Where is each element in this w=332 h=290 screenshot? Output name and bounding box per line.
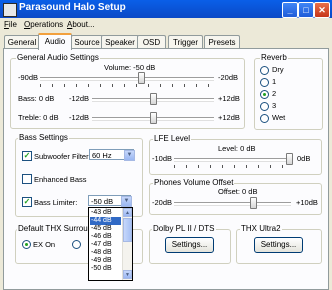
treble-max-label: +12dB (218, 113, 240, 122)
bass-limiter-dropdown-list[interactable]: -43 dB -44 dB -45 dB -46 dB -47 dB -48 d… (88, 207, 133, 281)
bass-slider-thumb[interactable] (150, 93, 157, 105)
lfe-slider-thumb[interactable] (286, 153, 293, 165)
lfe-level-label: Level: 0 dB (218, 144, 256, 153)
thx-ex-on-label: EX On (33, 240, 56, 249)
treble-label: Treble: 0 dB (18, 113, 59, 122)
maximize-button[interactable]: □ (298, 2, 314, 18)
dolby-settings-button[interactable]: Settings... (165, 237, 214, 253)
thx-ultra-settings-button[interactable]: Settings... (254, 237, 303, 253)
tab-speaker[interactable]: Speaker (101, 35, 139, 49)
limiter-option[interactable]: -48 dB (90, 249, 121, 257)
general-audio-title: General Audio Settings (16, 53, 100, 62)
phones-offset-max-label: +10dB (296, 198, 318, 207)
bass-limiter-label: Bass Limiter: (34, 198, 78, 207)
app-icon[interactable] (3, 3, 17, 17)
scroll-down-icon[interactable]: ▼ (123, 270, 132, 279)
thx-ex-on-radio[interactable] (22, 240, 31, 249)
volume-slider-ticks (40, 84, 214, 87)
reverb-radio-1[interactable] (260, 78, 269, 87)
volume-slider-thumb[interactable] (138, 72, 145, 84)
menu-file[interactable]: File (4, 20, 17, 29)
reverb-option-1: 1 (272, 77, 277, 86)
tab-general[interactable]: General (4, 35, 40, 49)
tab-source[interactable]: Source (71, 35, 103, 49)
tab-osd[interactable]: OSD (137, 35, 166, 49)
reverb-radio-dry[interactable] (260, 66, 269, 75)
tab-presets[interactable]: Presets (204, 35, 240, 49)
treble-min-label: -12dB (69, 113, 90, 122)
subwoofer-filter-checkbox[interactable]: ✓ (22, 151, 32, 161)
lfe-min-label: -10dB (152, 154, 173, 163)
volume-min-label: -90dB (18, 73, 39, 82)
window-title: Parasound Halo Setup (19, 2, 126, 13)
thx-ultra-title: THX Ultra2 (240, 224, 282, 233)
limiter-option[interactable]: -43 dB (90, 209, 121, 217)
bass-label: Bass: 0 dB (18, 94, 55, 103)
reverb-radio-3[interactable] (260, 102, 269, 111)
minimize-button[interactable]: _ (282, 2, 298, 18)
limiter-option[interactable]: -45 dB (90, 225, 121, 233)
chevron-down-icon[interactable]: ▼ (121, 196, 132, 207)
reverb-option-wet: Wet (272, 113, 286, 122)
reverb-radio-wet[interactable] (260, 114, 269, 123)
reverb-option-dry: Dry (272, 65, 284, 74)
limiter-option-highlighted[interactable]: -44 dB (90, 217, 121, 225)
treble-slider-thumb[interactable] (150, 112, 157, 124)
phones-offset-label: Offset: 0 dB (218, 187, 258, 196)
phones-offset-min-label: -20dB (152, 198, 173, 207)
reverb-option-2: 2 (272, 89, 277, 98)
subwoofer-filter-label: Subwoofer Filter: (34, 152, 91, 161)
tab-audio[interactable]: Audio (38, 33, 72, 50)
phones-offset-title: Phones Volume Offset (153, 178, 235, 187)
menu-about[interactable]: About... (67, 20, 95, 29)
volume-max-label: -20dB (218, 73, 239, 82)
dropdown-scrollbar[interactable]: ▲ ▼ (122, 208, 132, 280)
reverb-title: Reverb (260, 53, 288, 62)
enhanced-bass-label: Enhanced Bass (34, 175, 87, 184)
lfe-slider-track[interactable] (174, 158, 291, 162)
lfe-slider-ticks (174, 165, 291, 168)
bass-max-label: +12dB (218, 94, 240, 103)
thx-ex-off-radio[interactable] (72, 240, 81, 249)
limiter-option[interactable]: -47 dB (90, 241, 121, 249)
phones-offset-slider-thumb[interactable] (250, 197, 257, 209)
volume-slider-track[interactable] (40, 77, 214, 81)
reverb-option-3: 3 (272, 101, 277, 110)
enhanced-bass-checkbox[interactable] (22, 174, 32, 184)
lfe-level-title: LFE Level (153, 134, 192, 143)
volume-label: Volume: -50 dB (104, 63, 156, 72)
menu-bar: File Operations About... (0, 18, 332, 32)
limiter-option[interactable]: -50 dB (90, 265, 121, 273)
menu-operations[interactable]: Operations (24, 20, 63, 29)
title-bar[interactable]: Parasound Halo Setup _ □ ✕ (0, 0, 332, 18)
dolby-title: Dolby PL II / DTS (152, 224, 216, 233)
scroll-up-icon[interactable]: ▲ (123, 208, 132, 217)
thx-surround-title: Default THX Surround (17, 224, 98, 233)
chevron-down-icon[interactable]: ▼ (124, 150, 135, 161)
tab-trigger[interactable]: Trigger (168, 35, 203, 49)
close-button[interactable]: ✕ (314, 2, 330, 18)
bass-settings-title: Bass Settings (18, 133, 69, 142)
bass-limiter-checkbox[interactable]: ✓ (22, 197, 32, 207)
phones-offset-slider-track[interactable] (174, 202, 291, 206)
limiter-option[interactable]: -49 dB (90, 257, 121, 265)
reverb-radio-2[interactable] (260, 90, 269, 99)
limiter-option[interactable]: -46 dB (90, 233, 121, 241)
scrollbar-thumb[interactable] (123, 218, 132, 242)
bass-min-label: -12dB (69, 94, 90, 103)
lfe-max-label: 0dB (297, 154, 311, 163)
